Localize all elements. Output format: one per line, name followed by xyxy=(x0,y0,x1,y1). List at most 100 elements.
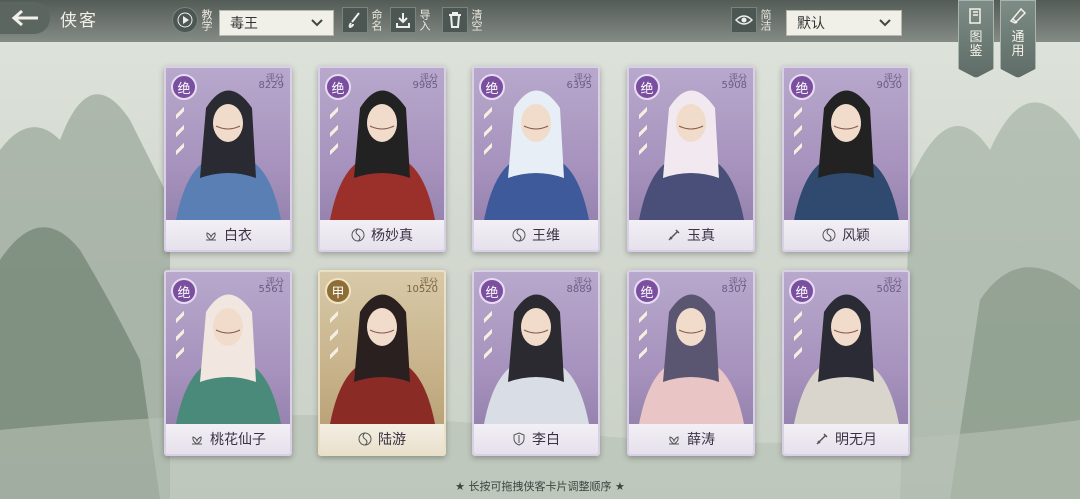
star-pips xyxy=(794,106,802,160)
rank-badge: 绝 xyxy=(789,278,815,304)
hero-card[interactable]: 甲评分 10520 陆游 xyxy=(318,270,446,456)
drag-hint: ★ 长按可拖拽侠客卡片调整顺序 ★ xyxy=(455,480,625,493)
chevron-down-icon xyxy=(311,19,323,27)
page-title: 侠客 xyxy=(60,11,98,31)
score-value: 6395 xyxy=(566,80,592,91)
name-plate: 李白 xyxy=(474,424,598,454)
star-pips xyxy=(794,310,802,364)
score-value: 5082 xyxy=(876,284,902,295)
star-pips xyxy=(639,106,647,160)
scroll-icon xyxy=(1009,7,1027,24)
sword-icon xyxy=(668,229,680,241)
swirl-icon xyxy=(512,228,526,242)
score-value: 8889 xyxy=(566,284,592,295)
star-pips xyxy=(330,310,338,364)
hero-name: 明无月 xyxy=(835,432,877,448)
arrow-left-icon xyxy=(11,9,38,27)
rank-badge: 绝 xyxy=(479,74,505,100)
atlas-button[interactable]: 图鉴 xyxy=(958,0,994,78)
star-pips xyxy=(176,310,184,364)
star-pips xyxy=(330,106,338,160)
hero-name: 玉真 xyxy=(687,228,715,244)
rank-badge: 甲 xyxy=(325,278,351,304)
name-plate: 玉真 xyxy=(629,220,753,250)
score-value: 10520 xyxy=(406,284,438,295)
hero-card[interactable]: 绝评分 5908 玉真 xyxy=(627,66,755,252)
atlas-label: 图鉴 xyxy=(969,30,983,59)
simple-mode-toggle[interactable]: 简洁 xyxy=(731,6,772,34)
rank-badge: 绝 xyxy=(171,74,197,100)
name-plate: 杨妙真 xyxy=(320,220,444,250)
back-button[interactable] xyxy=(0,2,50,34)
rank-badge: 绝 xyxy=(479,278,505,304)
hero-card[interactable]: 绝评分 5561 桃花仙子 xyxy=(164,270,292,456)
hero-name: 陆游 xyxy=(378,432,406,448)
book-icon xyxy=(969,8,981,24)
sword-icon xyxy=(816,433,828,445)
swirl-icon xyxy=(358,432,372,446)
rank-badge: 绝 xyxy=(634,74,660,100)
lotus-icon xyxy=(192,436,202,445)
general-button[interactable]: 通用 xyxy=(1000,0,1036,78)
swirl-icon xyxy=(822,228,836,242)
score-value: 8307 xyxy=(721,284,747,295)
lotus-icon xyxy=(669,436,679,445)
star-pips xyxy=(484,106,492,160)
hero-card[interactable]: 绝评分 9030 风颖 xyxy=(782,66,910,252)
simple-label: 简洁 xyxy=(759,9,772,31)
hero-card[interactable]: 绝评分 5082 明无月 xyxy=(782,270,910,456)
swirl-icon xyxy=(351,228,365,242)
score-value: 5908 xyxy=(721,80,747,91)
hero-name: 李白 xyxy=(532,432,560,448)
hero-name: 杨妙真 xyxy=(371,228,413,244)
score-value: 9985 xyxy=(412,80,438,91)
import-button[interactable]: 导入 xyxy=(390,6,431,34)
general-label: 通用 xyxy=(1011,30,1025,59)
top-bar: 侠客 教学 毒王 命名 导入 清空 简洁 默认 xyxy=(0,0,1080,42)
name-plate: 白衣 xyxy=(166,220,290,250)
hero-name: 风颖 xyxy=(842,228,870,244)
hero-card[interactable]: 绝评分 6395 王维 xyxy=(472,66,600,252)
score-value: 9030 xyxy=(876,80,902,91)
build-select-value: 毒王 xyxy=(230,16,258,32)
rank-badge: 绝 xyxy=(171,278,197,304)
hero-card[interactable]: 绝评分 8229 白衣 xyxy=(164,66,292,252)
hero-name: 桃花仙子 xyxy=(210,432,266,448)
star-pips xyxy=(639,310,647,364)
score-value: 8229 xyxy=(258,80,284,91)
hero-card[interactable]: 绝评分 8307 薛涛 xyxy=(627,270,755,456)
star-pips xyxy=(484,310,492,364)
chevron-down-icon xyxy=(879,19,891,27)
sort-select[interactable]: 默认 xyxy=(786,10,902,36)
import-label: 导入 xyxy=(418,9,431,31)
play-icon xyxy=(177,12,193,28)
clear-button[interactable]: 清空 xyxy=(442,6,483,34)
hero-card[interactable]: 绝评分 9985 杨妙真 xyxy=(318,66,446,252)
tutorial-button[interactable]: 教学 xyxy=(172,6,213,34)
eye-icon xyxy=(735,15,753,25)
hero-name: 薛涛 xyxy=(687,432,715,448)
hero-name: 白衣 xyxy=(224,228,252,244)
import-icon xyxy=(396,13,410,28)
name-plate: 风颖 xyxy=(784,220,908,250)
sort-select-value: 默认 xyxy=(797,16,825,32)
rank-badge: 绝 xyxy=(325,74,351,100)
name-plate: 王维 xyxy=(474,220,598,250)
rank-badge: 绝 xyxy=(789,74,815,100)
hero-name: 王维 xyxy=(532,228,560,244)
name-plate: 陆游 xyxy=(320,424,444,454)
name-plate: 薛涛 xyxy=(629,424,753,454)
score-value: 5561 xyxy=(258,284,284,295)
tutorial-label: 教学 xyxy=(200,9,213,31)
hero-card[interactable]: 绝评分 8889 李白 xyxy=(472,270,600,456)
shield-icon xyxy=(513,432,525,446)
rename-button[interactable]: 命名 xyxy=(342,6,383,34)
name-plate: 桃花仙子 xyxy=(166,424,290,454)
trash-icon xyxy=(449,12,461,28)
star-pips xyxy=(176,106,184,160)
clear-label: 清空 xyxy=(470,9,483,31)
lotus-icon xyxy=(206,232,216,241)
brush-icon xyxy=(348,12,360,28)
rank-badge: 绝 xyxy=(634,278,660,304)
build-select[interactable]: 毒王 xyxy=(219,10,334,36)
